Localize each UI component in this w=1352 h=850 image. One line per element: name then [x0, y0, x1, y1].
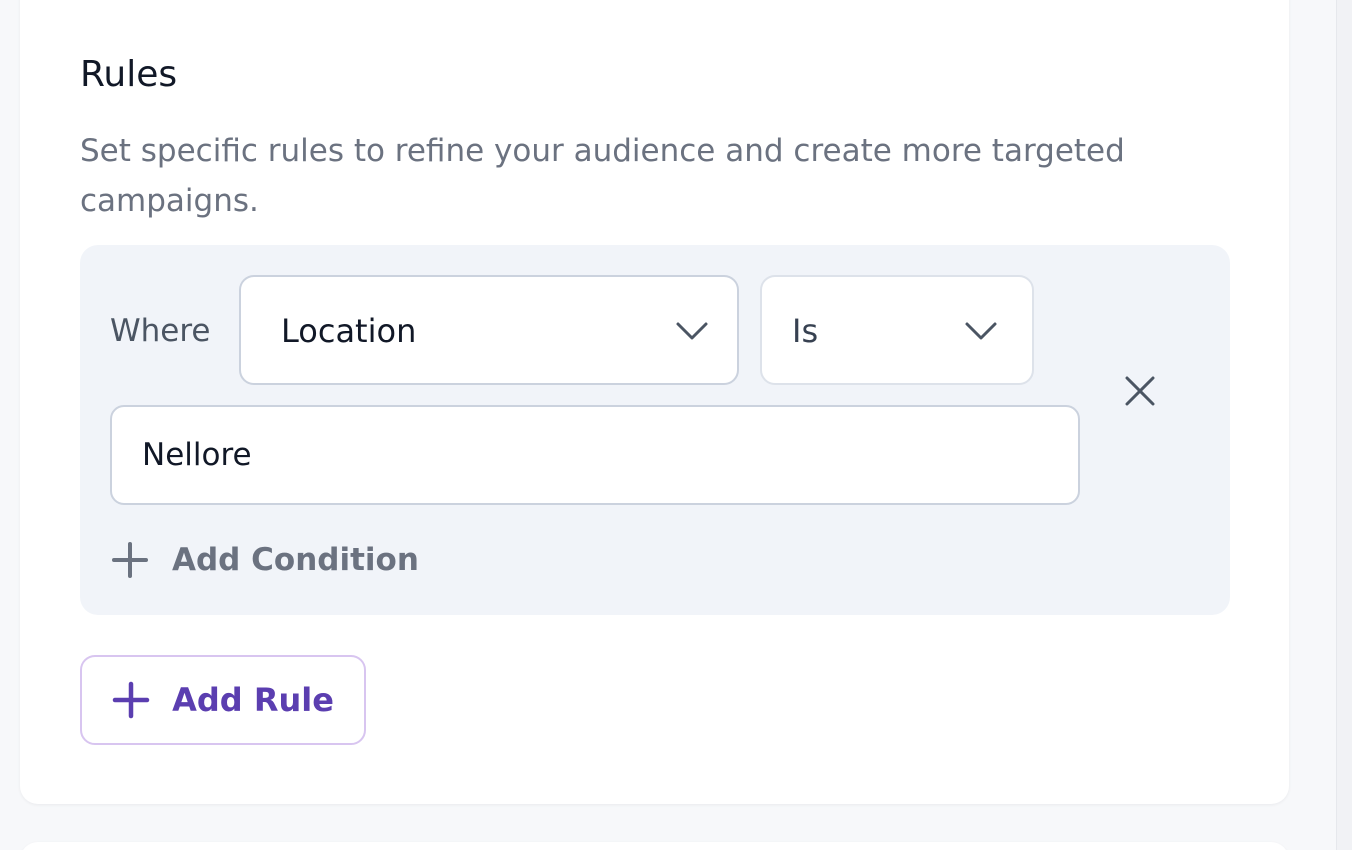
close-icon: [1125, 376, 1155, 406]
scrollbar-track[interactable]: [1336, 0, 1352, 850]
add-rule-button[interactable]: Add Rule: [80, 655, 366, 745]
operator-select[interactable]: Is: [760, 275, 1034, 385]
section-description: Set specific rules to refine your audien…: [80, 133, 1125, 219]
add-rule-label: Add Rule: [172, 681, 334, 719]
add-condition-label: Add Condition: [172, 542, 419, 578]
page: Rules Set specific rules to refine your …: [0, 0, 1352, 850]
field-select-value: Location: [281, 312, 417, 350]
chevron-down-icon: [965, 322, 997, 340]
plus-icon: [112, 681, 150, 719]
next-card: [20, 842, 1289, 850]
field-select[interactable]: Location: [239, 275, 739, 385]
rule-group: Where Location Is Add Condi: [80, 245, 1230, 615]
section-title: Rules: [80, 54, 178, 95]
operator-select-value: Is: [792, 312, 819, 350]
remove-condition-button[interactable]: [1120, 371, 1160, 411]
where-label: Where: [110, 313, 211, 349]
chevron-down-icon: [676, 322, 708, 340]
add-condition-button[interactable]: Add Condition: [110, 535, 419, 585]
condition-value-input[interactable]: [110, 405, 1080, 505]
plus-icon: [112, 542, 148, 578]
